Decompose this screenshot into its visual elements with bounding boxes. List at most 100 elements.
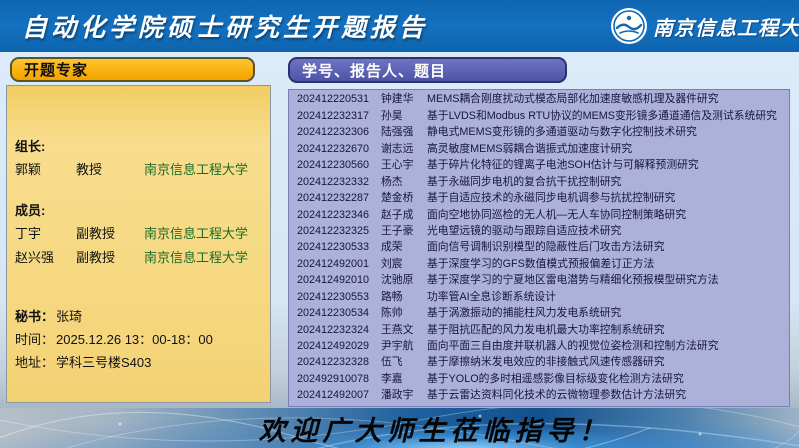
schedule-row: 202412230534 陈帅 基于涡激振动的捕能柱风力发电系统研究	[297, 306, 787, 321]
schedule-row: 202412232324 王燕文 基于阻抗匹配的风力发电机最大功率控制系统研究	[297, 323, 787, 338]
thesis-title: 基于YOLO的多时相遥感影像目标级变化检测方法研究	[427, 372, 787, 387]
thesis-title: MEMS耦合刚度扰动式模态局部化加速度敏感机理及器件研究	[427, 92, 787, 107]
schedule-panel-title: 学号、报告人、题目	[302, 60, 446, 81]
page-title: 自动化学院硕士研究生开题报告	[22, 8, 428, 44]
reporter-name: 孙昊	[381, 109, 427, 124]
reporter-name: 成荣	[381, 240, 427, 255]
leader-title: 教授	[76, 159, 144, 178]
schedule-row: 202412492007 潘政宇 基于云雷达资料同化技术的云微物理参数估计方法研…	[297, 388, 787, 403]
members-label: 成员:	[15, 200, 266, 219]
reporter-name: 钟建华	[381, 92, 427, 107]
student-id: 202412232317	[297, 109, 381, 124]
thesis-title: 基于阻抗匹配的风力发电机最大功率控制系统研究	[427, 323, 787, 338]
schedule-row: 202412232346 赵子成 面向空地协同巡检的无人机—无人车协同控制策略研…	[297, 208, 787, 223]
student-id: 202412492029	[297, 339, 381, 354]
thesis-title: 基于云雷达资料同化技术的云微物理参数估计方法研究	[427, 388, 787, 403]
student-id: 202412230553	[297, 290, 381, 305]
thesis-title: 基于涡激振动的捕能柱风力发电系统研究	[427, 306, 787, 321]
schedule-row: 202412232328 伍飞 基于摩擦纳米发电效应的非接触式风速传感器研究	[297, 355, 787, 370]
secretary-row: 秘书： 张琦	[15, 306, 266, 325]
reporter-name: 潘政宇	[381, 388, 427, 403]
reporter-name: 杨杰	[381, 175, 427, 190]
schedule-row: 202412230553 路畅 功率管AI全息诊断系统设计	[297, 290, 787, 305]
thesis-title: 基于LVDS和Modbus RTU协议的MEMS变形镜多通道通信及测试系统研究	[427, 109, 787, 124]
reporter-name: 沈驰原	[381, 273, 427, 288]
student-id: 202492910078	[297, 372, 381, 387]
reporter-name: 王子豪	[381, 224, 427, 239]
schedule-row: 202412492029 尹宇航 面向平面三自由度并联机器人的视觉位姿检测和控制…	[297, 339, 787, 354]
student-id: 202412232328	[297, 355, 381, 370]
schedule-row: 202412232332 杨杰 基于永磁同步电机的复合抗干扰控制研究	[297, 175, 787, 190]
thesis-title: 光电望远镜的驱动与跟踪自适应技术研究	[427, 224, 787, 239]
reporter-name: 刘宸	[381, 257, 427, 272]
thesis-title: 基于摩擦纳米发电效应的非接触式风速传感器研究	[427, 355, 787, 370]
schedule-row: 202492910078 李嘉 基于YOLO的多时相遥感影像目标级变化检测方法研…	[297, 372, 787, 387]
schedule-row: 202412230560 王心宇 基于碎片化特征的锂离子电池SOH估计与可解释预…	[297, 158, 787, 173]
schedule-row: 202412232287 楚金桥 基于自适应技术的永磁同步电机调参与抗扰控制研究	[297, 191, 787, 206]
reporter-name: 楚金桥	[381, 191, 427, 206]
member-title: 副教授	[76, 247, 144, 266]
member-row: 丁宇 副教授 南京信息工程大学	[15, 223, 266, 242]
reporter-name: 王心宇	[381, 158, 427, 173]
reporter-name: 尹宇航	[381, 339, 427, 354]
thesis-title: 基于永磁同步电机的复合抗干扰控制研究	[427, 175, 787, 190]
thesis-title: 面向信号调制识别模型的隐蔽性后门攻击方法研究	[427, 240, 787, 255]
thesis-title: 基于深度学习的宁夏地区雷电潜势与精细化预报模型研究方法	[427, 273, 787, 288]
experts-panel-header: 开题专家	[10, 57, 255, 82]
schedule-row: 202412232317 孙昊 基于LVDS和Modbus RTU协议的MEMS…	[297, 109, 787, 124]
thesis-title: 面向空地协同巡检的无人机—无人车协同控制策略研究	[427, 208, 787, 223]
thesis-title: 面向平面三自由度并联机器人的视觉位姿检测和控制方法研究	[427, 339, 787, 354]
location-value: 学科三号楼S403	[56, 352, 151, 371]
student-id: 202412232346	[297, 208, 381, 223]
schedule-row: 202412232325 王子豪 光电望远镜的驱动与跟踪自适应技术研究	[297, 224, 787, 239]
experts-panel-title: 开题专家	[24, 59, 88, 80]
reporter-name: 陈帅	[381, 306, 427, 321]
footer-message: 欢迎广大师生莅临指导！	[0, 409, 799, 448]
student-id: 202412232306	[297, 125, 381, 140]
student-id: 202412232332	[297, 175, 381, 190]
thesis-title: 基于碎片化特征的锂离子电池SOH估计与可解释预测研究	[427, 158, 787, 173]
university-logo-icon	[610, 7, 648, 45]
member-name: 赵兴强	[15, 247, 76, 266]
reporter-name: 李嘉	[381, 372, 427, 387]
leader-row: 郭颖 教授 南京信息工程大学	[15, 159, 266, 178]
schedule-list: 202412220531 钟建华 MEMS耦合刚度扰动式模态局部化加速度敏感机理…	[288, 89, 790, 407]
schedule-row: 202412220531 钟建华 MEMS耦合刚度扰动式模态局部化加速度敏感机理…	[297, 92, 787, 107]
secretary-value: 张琦	[56, 306, 82, 325]
thesis-title: 高灵敏度MEMS弱耦合谐振式加速度计研究	[427, 142, 787, 157]
schedule-row: 202412492001 刘宸 基于深度学习的GFS数值模式预报偏差订正方法	[297, 257, 787, 272]
header-bar: 自动化学院硕士研究生开题报告 南京信息工程大学	[0, 0, 799, 52]
student-id: 202412232670	[297, 142, 381, 157]
time-label: 时间：	[15, 329, 54, 348]
university-name: 南京信息工程大学	[653, 12, 799, 41]
thesis-title: 基于自适应技术的永磁同步电机调参与抗扰控制研究	[427, 191, 787, 206]
thesis-title: 功率管AI全息诊断系统设计	[427, 290, 787, 305]
slide: 自动化学院硕士研究生开题报告 南京信息工程大学 开题专家 组长: 郭颖 教授 南…	[0, 0, 799, 448]
student-id: 202412232287	[297, 191, 381, 206]
schedule-panel-header: 学号、报告人、题目	[288, 57, 567, 83]
schedule-row: 202412232670 谢志远 高灵敏度MEMS弱耦合谐振式加速度计研究	[297, 142, 787, 157]
student-id: 202412232324	[297, 323, 381, 338]
schedule-row: 202412232306 陆强强 静电式MEMS变形镜的多通道驱动与数字化控制技…	[297, 125, 787, 140]
leader-label: 组长:	[15, 136, 266, 155]
student-id: 202412232325	[297, 224, 381, 239]
reporter-name: 谢志远	[381, 142, 427, 157]
location-label: 地址：	[15, 352, 54, 371]
student-id: 202412230533	[297, 240, 381, 255]
time-row: 时间： 2025.12.26 13：00-18：00	[15, 329, 266, 348]
schedule-row: 202412492010 沈驰原 基于深度学习的宁夏地区雷电潜势与精细化预报模型…	[297, 273, 787, 288]
student-id: 202412230534	[297, 306, 381, 321]
reporter-name: 赵子成	[381, 208, 427, 223]
footer-banner: 欢迎广大师生莅临指导！	[0, 408, 799, 448]
reporter-name: 陆强强	[381, 125, 427, 140]
member-affiliation: 南京信息工程大学	[144, 247, 248, 266]
member-affiliation: 南京信息工程大学	[144, 223, 248, 242]
student-id: 202412492010	[297, 273, 381, 288]
leader-affiliation: 南京信息工程大学	[144, 159, 248, 178]
reporter-name: 王燕文	[381, 323, 427, 338]
schedule-row: 202412230533 成荣 面向信号调制识别模型的隐蔽性后门攻击方法研究	[297, 240, 787, 255]
thesis-title: 基于深度学习的GFS数值模式预报偏差订正方法	[427, 257, 787, 272]
student-id: 202412492007	[297, 388, 381, 403]
reporter-name: 伍飞	[381, 355, 427, 370]
experts-panel: 组长: 郭颖 教授 南京信息工程大学 成员: 丁宇 副教授 南京信息工程大学 赵…	[6, 85, 271, 403]
